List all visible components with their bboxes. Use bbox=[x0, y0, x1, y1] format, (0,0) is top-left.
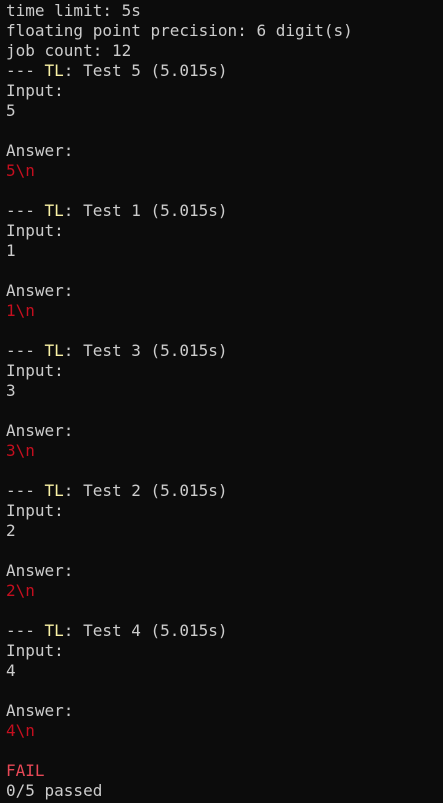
fail-status: FAIL bbox=[6, 761, 45, 780]
test-prefix: --- bbox=[6, 621, 45, 640]
input-value: 4 bbox=[6, 661, 16, 680]
input-value: 5 bbox=[6, 101, 16, 120]
input-label: Input: bbox=[6, 221, 64, 240]
tl-tag: TL bbox=[44, 341, 64, 360]
answer-value: 3\n bbox=[6, 441, 35, 460]
input-label: Input: bbox=[6, 501, 64, 520]
passed-count: 0/5 passed bbox=[6, 781, 103, 800]
precision-line: floating point precision: 6 digit(s) bbox=[6, 21, 353, 40]
input-value: 2 bbox=[6, 521, 16, 540]
test-title: : Test 5 (5.015s) bbox=[63, 61, 228, 80]
test-prefix: --- bbox=[6, 481, 45, 500]
test-block-test-5: --- TL: Test 5 (5.015s) Input: 5 Answer:… bbox=[6, 61, 443, 201]
test-block-test-2: --- TL: Test 2 (5.015s) Input: 2 Answer:… bbox=[6, 481, 443, 621]
answer-value: 1\n bbox=[6, 301, 35, 320]
tl-tag: TL bbox=[44, 621, 64, 640]
terminal-output: time limit: 5s floating point precision:… bbox=[0, 0, 443, 803]
test-prefix: --- bbox=[6, 61, 45, 80]
answer-value: 4\n bbox=[6, 721, 35, 740]
input-label: Input: bbox=[6, 641, 64, 660]
input-value: 1 bbox=[6, 241, 16, 260]
test-title: : Test 2 (5.015s) bbox=[63, 481, 228, 500]
answer-label: Answer: bbox=[6, 561, 74, 580]
test-header: --- TL: Test 2 (5.015s) bbox=[6, 481, 443, 501]
answer-label: Answer: bbox=[6, 421, 74, 440]
time-limit-line: time limit: 5s bbox=[6, 1, 141, 20]
input-label: Input: bbox=[6, 81, 64, 100]
test-title: : Test 1 (5.015s) bbox=[63, 201, 228, 220]
answer-label: Answer: bbox=[6, 141, 74, 160]
test-block-test-3: --- TL: Test 3 (5.015s) Input: 3 Answer:… bbox=[6, 341, 443, 481]
test-header: --- TL: Test 5 (5.015s) bbox=[6, 61, 443, 81]
input-label: Input: bbox=[6, 361, 64, 380]
test-prefix: --- bbox=[6, 341, 45, 360]
test-header: --- TL: Test 3 (5.015s) bbox=[6, 341, 443, 361]
answer-label: Answer: bbox=[6, 701, 74, 720]
answer-value: 5\n bbox=[6, 161, 35, 180]
tl-tag: TL bbox=[44, 201, 64, 220]
test-header: --- TL: Test 1 (5.015s) bbox=[6, 201, 443, 221]
test-block-test-1: --- TL: Test 1 (5.015s) Input: 1 Answer:… bbox=[6, 201, 443, 341]
test-block-test-4: --- TL: Test 4 (5.015s) Input: 4 Answer:… bbox=[6, 621, 443, 761]
test-prefix: --- bbox=[6, 201, 45, 220]
test-title: : Test 4 (5.015s) bbox=[63, 621, 228, 640]
test-title: : Test 3 (5.015s) bbox=[63, 341, 228, 360]
answer-label: Answer: bbox=[6, 281, 74, 300]
tl-tag: TL bbox=[44, 61, 64, 80]
job-count-line: job count: 12 bbox=[6, 41, 132, 60]
tl-tag: TL bbox=[44, 481, 64, 500]
test-header: --- TL: Test 4 (5.015s) bbox=[6, 621, 443, 641]
input-value: 3 bbox=[6, 381, 16, 400]
answer-value: 2\n bbox=[6, 581, 35, 600]
